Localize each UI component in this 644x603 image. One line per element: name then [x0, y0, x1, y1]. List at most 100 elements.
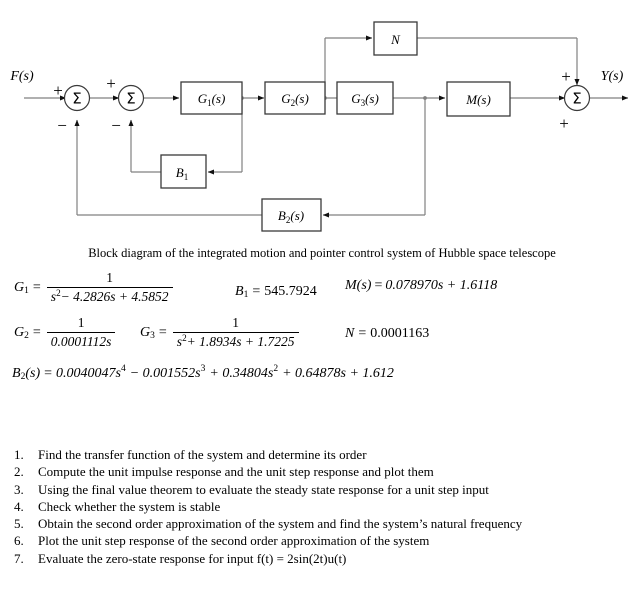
equation-g1-numerator: 1 — [106, 270, 114, 285]
block-diagram: Σ + − Σ + − Σ + + G1(s) G2(s) G3(s) M(s)… — [0, 0, 644, 240]
sum-junction-2-plus-sign: + — [106, 74, 116, 93]
block-b1: B1 — [160, 154, 207, 189]
list-item: 2. Compute the unit impulse response and… — [0, 463, 644, 480]
equation-m-value: 0.078970s + 1.6118 — [385, 278, 498, 293]
list-item: 6. Plot the unit step response of the se… — [0, 532, 644, 549]
equation-row-3: B 2 (s) = 0.0040047s 4 − 0.001552s 3 + 0.348… — [12, 364, 394, 383]
equation-b2-term3-exponent: 2 — [273, 364, 279, 375]
task-text: Obtain the second order approximation of… — [38, 516, 523, 532]
equation-g3-lhs-sub: 3 — [150, 330, 155, 341]
equation-g1-lhs-base: G — [14, 279, 25, 295]
equation-g2-fraction: 1 0.0001112s — [46, 315, 116, 350]
equation-n-equals: = — [358, 326, 367, 341]
equation-b1-lhs-base: B — [235, 284, 244, 299]
equation-b2-term3: + 0.34804s — [209, 366, 274, 381]
equation-m: M(s) = 0.078970s + 1.6118 — [345, 278, 497, 294]
equations-section: G1 = 1 s2− 4.2826s + 4.5852 B1 = 545.792… — [0, 268, 644, 398]
equation-b2-term2-exponent: 3 — [200, 364, 206, 375]
equation-m-lhs: M(s) — [345, 278, 372, 293]
equation-g3-lhs-base: G — [140, 324, 151, 340]
block-g2: G2(s) — [264, 81, 326, 115]
block-m-label: M(s) — [465, 92, 491, 107]
equation-n-lhs: N — [345, 326, 355, 341]
task-text: Plot the unit step response of the secon… — [38, 533, 430, 549]
equation-g1-den-rest: − 4.2826s + 4.5852 — [60, 289, 169, 304]
task-text: Evaluate the zero-state response for inp… — [38, 550, 347, 566]
block-g3-label: G3(s) — [351, 91, 379, 108]
equation-b2-term1: 0.0040047s — [56, 366, 121, 381]
task-number: 6. — [14, 533, 24, 549]
task-number: 2. — [14, 464, 24, 480]
equation-g3-numerator: 1 — [232, 315, 240, 330]
block-b2-label: B2(s) — [278, 208, 304, 225]
task-text: Check whether the system is stable — [38, 498, 221, 514]
block-n-label: N — [390, 32, 401, 47]
equation-g3-equals: = — [158, 324, 167, 340]
diagram-caption: Block diagram of the integrated motion a… — [88, 246, 556, 260]
block-g3: G3(s) — [336, 81, 394, 115]
task-text: Using the final value theorem to evaluat… — [38, 481, 489, 497]
equation-g1-den-exponent: 2 — [56, 288, 61, 299]
task-text: Find the transfer function of the system… — [38, 447, 367, 462]
task-number: 1. — [14, 447, 24, 462]
sum-junction-1-minus-sign: − — [57, 116, 67, 135]
list-item: 5. Obtain the second order approximation… — [0, 515, 644, 532]
block-b2: B2(s) — [261, 198, 322, 232]
equation-g3: G3 = 1 s2+ 1.8934s + 1.7225 — [140, 315, 301, 350]
sum-junction-3: Σ + + — [559, 67, 591, 133]
equation-b1-lhs-sub: 1 — [243, 290, 249, 301]
task-number: 3. — [14, 481, 24, 497]
sum-junction-3-top-plus-sign: + — [561, 67, 571, 86]
equation-b2-lhs-arg: (s) — [25, 366, 41, 381]
sum-junction-2: Σ + − — [106, 74, 145, 135]
sum-junction-1-plus-sign: + — [53, 81, 63, 100]
equation-m-equals: = — [374, 278, 383, 293]
equation-g3-denominator: s2+ 1.8934s + 1.7225 — [172, 332, 299, 350]
equation-row-1: G1 = 1 s2− 4.2826s + 4.5852 — [14, 270, 175, 305]
task-text: Compute the unit impulse response and th… — [38, 464, 434, 480]
equation-g3-den-exponent: 2 — [182, 333, 187, 344]
block-n: N — [373, 21, 418, 56]
block-diagram-canvas: Σ + − Σ + − Σ + + G1(s) G2(s) G3(s) M(s)… — [9, 21, 629, 232]
output-label-ys: Y(s) — [601, 69, 624, 84]
equation-n: N = 0.0001163 — [345, 326, 429, 342]
equation-row-1c: M(s) = 0.078970s + 1.6118 — [345, 278, 497, 294]
equation-g1-equals: = — [32, 279, 41, 295]
block-m: M(s) — [446, 81, 511, 117]
equation-g1: G1 = 1 s2− 4.2826s + 4.5852 — [14, 270, 175, 305]
equation-g2-equals: = — [32, 324, 41, 340]
equation-g3-fraction: 1 s2+ 1.8934s + 1.7225 — [172, 315, 299, 350]
equation-row-2c: N = 0.0001163 — [345, 326, 429, 342]
equation-g2-lhs-sub: 2 — [24, 330, 29, 341]
equation-b1-equals: = — [252, 284, 261, 299]
block-g1-label: G1(s) — [198, 91, 226, 108]
sum-junction-1-sigma: Σ — [72, 90, 81, 108]
list-item: 1. Find the transfer function of the sys… — [0, 446, 644, 463]
equation-b2-term2: − 0.001552s — [129, 366, 201, 381]
equation-row-2b: G3 = 1 s2+ 1.8934s + 1.7225 — [140, 315, 301, 350]
equation-b1: B1 = 545.7924 — [235, 284, 317, 300]
equation-g2: G2 = 1 0.0001112s — [14, 315, 117, 350]
block-g2-label: G2(s) — [281, 91, 309, 108]
list-item: 7. Evaluate the zero-state response for … — [0, 550, 644, 567]
equation-g1-denominator: s2− 4.2826s + 4.5852 — [46, 287, 173, 305]
task-number: 4. — [14, 498, 24, 514]
equation-b2: B 2 (s) = 0.0040047s 4 − 0.001552s 3 + 0.348… — [12, 364, 394, 383]
equation-g2-numerator: 1 — [77, 315, 85, 330]
equation-b2-term1-exponent: 4 — [120, 364, 126, 375]
equation-b1-value: 545.7924 — [264, 284, 317, 299]
equation-n-value: 0.0001163 — [370, 326, 430, 341]
equation-g1-fraction: 1 s2− 4.2826s + 4.5852 — [46, 270, 173, 305]
block-g1: G1(s) — [180, 81, 243, 115]
equation-row-1b: B1 = 545.7924 — [235, 284, 317, 300]
task-number: 5. — [14, 516, 24, 532]
sum-junction-1: Σ + − — [53, 81, 91, 135]
equation-g1-lhs-sub: 1 — [24, 285, 29, 296]
equation-b2-lhs-sub: 2 — [20, 372, 26, 383]
equation-g2-denominator: 0.0001112s — [46, 332, 116, 350]
sum-junction-2-sigma: Σ — [126, 90, 135, 108]
equation-b2-lhs-base: B — [12, 366, 21, 381]
equation-g2-lhs-base: G — [14, 324, 25, 340]
list-item: 4. Check whether the system is stable — [0, 498, 644, 515]
equation-g3-den-rest: + 1.8934s + 1.7225 — [186, 334, 295, 349]
